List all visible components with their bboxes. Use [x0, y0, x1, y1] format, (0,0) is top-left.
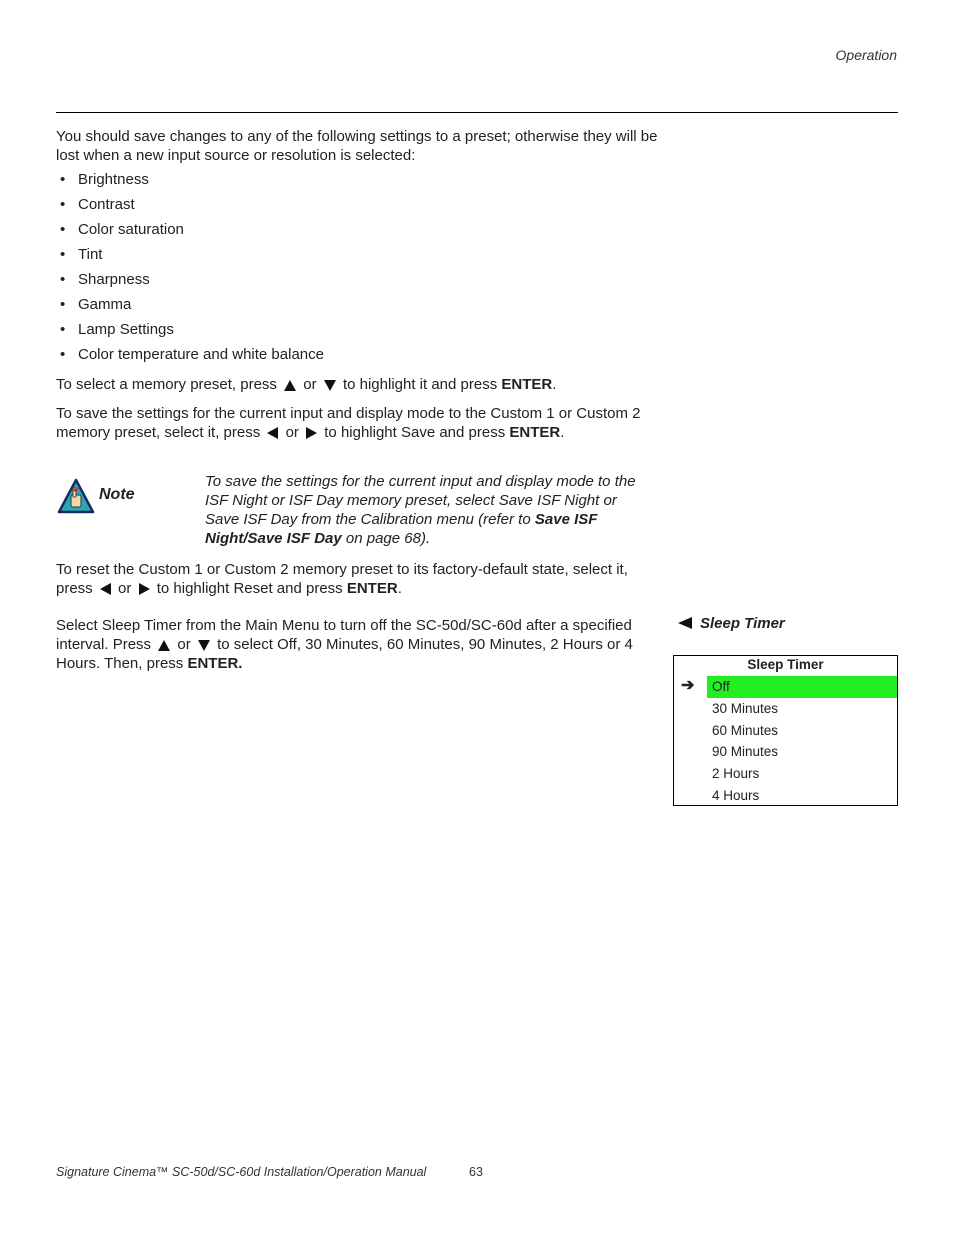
menu-item-4-hours[interactable]: 4 Hours — [674, 785, 897, 807]
sleep-timer-menu: Sleep Timer Off 30 Minutes 60 Minutes 90… — [673, 655, 898, 806]
list-item: Lamp Settings — [56, 320, 324, 345]
list-item: Color saturation — [56, 220, 324, 245]
menu-item-60-minutes[interactable]: 60 Minutes — [674, 720, 897, 742]
left-arrow-icon — [267, 427, 279, 440]
sleep-timer-heading: Sleep Timer — [678, 615, 785, 632]
section-header: Operation — [835, 47, 897, 63]
menu-item-2-hours[interactable]: 2 Hours — [674, 763, 897, 785]
note-label: Note — [99, 486, 135, 503]
pointer-arrow-icon — [678, 617, 692, 629]
menu-item-off[interactable]: Off — [707, 676, 897, 698]
sleep-timer-paragraph: Select Sleep Timer from the Main Menu to… — [56, 617, 633, 672]
menu-title: Sleep Timer — [747, 657, 824, 672]
up-arrow-icon — [158, 639, 171, 651]
list-item: Gamma — [56, 295, 324, 320]
right-arrow-icon — [138, 583, 150, 596]
note-icon — [57, 478, 95, 519]
header-rule — [56, 112, 898, 113]
note-text: To save the settings for the current inp… — [205, 473, 636, 547]
up-arrow-icon — [284, 379, 297, 391]
reset-preset-paragraph: To reset the Custom 1 or Custom 2 memory… — [56, 561, 628, 597]
down-arrow-icon — [197, 639, 210, 651]
list-item: Tint — [56, 245, 324, 270]
intro-paragraph: You should save changes to any of the fo… — [56, 128, 658, 164]
list-item: Contrast — [56, 195, 324, 220]
selection-arrow-icon: ➔ — [681, 677, 695, 694]
menu-item-90-minutes[interactable]: 90 Minutes — [674, 741, 897, 763]
list-item: Brightness — [56, 170, 324, 195]
save-preset-paragraph: To save the settings for the current inp… — [56, 405, 641, 441]
list-item: Color temperature and white balance — [56, 345, 324, 370]
down-arrow-icon — [323, 379, 336, 391]
left-arrow-icon — [99, 583, 111, 596]
footer-title: Signature Cinema™ SC-50d/SC-60d Installa… — [56, 1165, 427, 1179]
menu-item-30-minutes[interactable]: 30 Minutes — [674, 698, 897, 720]
right-arrow-icon — [306, 427, 318, 440]
page-number: 63 — [469, 1165, 483, 1179]
settings-list: Brightness Contrast Color saturation Tin… — [56, 170, 324, 370]
list-item: Sharpness — [56, 270, 324, 295]
select-preset-paragraph: To select a memory preset, press or to h… — [56, 376, 557, 393]
